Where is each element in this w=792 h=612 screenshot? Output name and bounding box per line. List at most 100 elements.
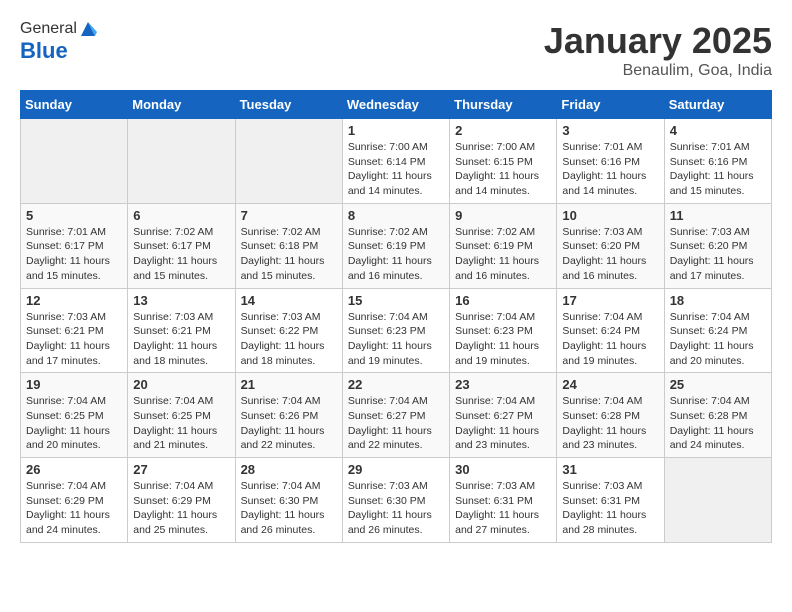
column-header-monday: Monday <box>128 91 235 119</box>
calendar-cell: 16 Sunrise: 7:04 AMSunset: 6:23 PMDayligh… <box>450 288 557 373</box>
column-header-tuesday: Tuesday <box>235 91 342 119</box>
day-info: Sunrise: 7:04 AMSunset: 6:24 PMDaylight:… <box>562 310 658 369</box>
day-info: Sunrise: 7:00 AMSunset: 6:15 PMDaylight:… <box>455 140 551 199</box>
day-number: 28 <box>241 462 337 477</box>
calendar-cell: 18 Sunrise: 7:04 AMSunset: 6:24 PMDayligh… <box>664 288 771 373</box>
calendar-cell: 28Sunrise: 7:04 AMSunset: 6:30 PMDayligh… <box>235 458 342 543</box>
calendar-cell: 8 Sunrise: 7:02 AMSunset: 6:19 PMDaylight… <box>342 203 449 288</box>
calendar-week-row: 1 Sunrise: 7:00 AMSunset: 6:14 PMDaylight… <box>21 119 772 204</box>
day-info: Sunrise: 7:04 AMSunset: 6:23 PMDaylight:… <box>455 310 551 369</box>
calendar-cell: 1 Sunrise: 7:00 AMSunset: 6:14 PMDaylight… <box>342 119 449 204</box>
calendar-cell <box>21 119 128 204</box>
calendar-cell <box>235 119 342 204</box>
calendar-cell: 17 Sunrise: 7:04 AMSunset: 6:24 PMDayligh… <box>557 288 664 373</box>
day-info: Sunrise: 7:03 AMSunset: 6:21 PMDaylight:… <box>26 310 122 369</box>
day-info: Sunrise: 7:04 AMSunset: 6:26 PMDaylight:… <box>241 394 337 453</box>
calendar-cell: 5 Sunrise: 7:01 AMSunset: 6:17 PMDaylight… <box>21 203 128 288</box>
calendar-cell: 26 Sunrise: 7:04 AMSunset: 6:29 PMDayligh… <box>21 458 128 543</box>
calendar-cell: 24 Sunrise: 7:04 AMSunset: 6:28 PMDayligh… <box>557 373 664 458</box>
day-info: Sunrise: 7:04 AMSunset: 6:25 PMDaylight:… <box>133 394 229 453</box>
calendar-cell: 6Sunrise: 7:02 AMSunset: 6:17 PMDaylight… <box>128 203 235 288</box>
calendar-cell <box>664 458 771 543</box>
calendar-table: SundayMondayTuesdayWednesdayThursdayFrid… <box>20 90 772 543</box>
day-info: Sunrise: 7:04 AMSunset: 6:24 PMDaylight:… <box>670 310 766 369</box>
calendar-cell: 3Sunrise: 7:01 AMSunset: 6:16 PMDaylight… <box>557 119 664 204</box>
calendar-week-row: 19Sunrise: 7:04 AMSunset: 6:25 PMDayligh… <box>21 373 772 458</box>
day-info: Sunrise: 7:00 AMSunset: 6:14 PMDaylight:… <box>348 140 444 199</box>
calendar-cell: 31Sunrise: 7:03 AMSunset: 6:31 PMDayligh… <box>557 458 664 543</box>
calendar-header-row: SundayMondayTuesdayWednesdayThursdayFrid… <box>21 91 772 119</box>
calendar-cell: 27 Sunrise: 7:04 AMSunset: 6:29 PMDayligh… <box>128 458 235 543</box>
day-number: 1 <box>348 123 444 138</box>
calendar-cell: 13Sunrise: 7:03 AMSunset: 6:21 PMDayligh… <box>128 288 235 373</box>
day-info: Sunrise: 7:04 AMSunset: 6:27 PMDaylight:… <box>348 394 444 453</box>
day-info: Sunrise: 7:03 AMSunset: 6:22 PMDaylight:… <box>241 310 337 369</box>
day-number: 24 <box>562 377 658 392</box>
day-number: 16 <box>455 293 551 308</box>
day-number: 23 <box>455 377 551 392</box>
day-info: Sunrise: 7:02 AMSunset: 6:17 PMDaylight:… <box>133 225 229 284</box>
day-info: Sunrise: 7:03 AMSunset: 6:31 PMDaylight:… <box>562 479 658 538</box>
calendar-cell: 23 Sunrise: 7:04 AMSunset: 6:27 PMDayligh… <box>450 373 557 458</box>
day-info: Sunrise: 7:02 AMSunset: 6:19 PMDaylight:… <box>455 225 551 284</box>
day-number: 10 <box>562 208 658 223</box>
day-number: 22 <box>348 377 444 392</box>
calendar-cell: 22 Sunrise: 7:04 AMSunset: 6:27 PMDayligh… <box>342 373 449 458</box>
day-info: Sunrise: 7:04 AMSunset: 6:23 PMDaylight:… <box>348 310 444 369</box>
logo-icon <box>79 20 97 38</box>
day-number: 17 <box>562 293 658 308</box>
day-info: Sunrise: 7:04 AMSunset: 6:28 PMDaylight:… <box>670 394 766 453</box>
day-number: 21 <box>241 377 337 392</box>
day-number: 5 <box>26 208 122 223</box>
day-number: 20 <box>133 377 229 392</box>
day-number: 30 <box>455 462 551 477</box>
calendar-week-row: 26 Sunrise: 7:04 AMSunset: 6:29 PMDayligh… <box>21 458 772 543</box>
day-info: Sunrise: 7:03 AMSunset: 6:31 PMDaylight:… <box>455 479 551 538</box>
day-number: 18 <box>670 293 766 308</box>
calendar-cell: 12 Sunrise: 7:03 AMSunset: 6:21 PMDayligh… <box>21 288 128 373</box>
day-number: 26 <box>26 462 122 477</box>
calendar-cell: 19Sunrise: 7:04 AMSunset: 6:25 PMDayligh… <box>21 373 128 458</box>
calendar-cell: 25Sunrise: 7:04 AMSunset: 6:28 PMDayligh… <box>664 373 771 458</box>
location-text: Benaulim, Goa, India <box>544 62 772 80</box>
day-info: Sunrise: 7:04 AMSunset: 6:28 PMDaylight:… <box>562 394 658 453</box>
day-number: 11 <box>670 208 766 223</box>
day-info: Sunrise: 7:03 AMSunset: 6:20 PMDaylight:… <box>562 225 658 284</box>
day-info: Sunrise: 7:04 AMSunset: 6:25 PMDaylight:… <box>26 394 122 453</box>
column-header-wednesday: Wednesday <box>342 91 449 119</box>
day-info: Sunrise: 7:04 AMSunset: 6:29 PMDaylight:… <box>26 479 122 538</box>
column-header-saturday: Saturday <box>664 91 771 119</box>
calendar-cell: 29Sunrise: 7:03 AMSunset: 6:30 PMDayligh… <box>342 458 449 543</box>
day-info: Sunrise: 7:02 AMSunset: 6:19 PMDaylight:… <box>348 225 444 284</box>
calendar-cell: 30 Sunrise: 7:03 AMSunset: 6:31 PMDayligh… <box>450 458 557 543</box>
day-number: 4 <box>670 123 766 138</box>
calendar-cell: 11Sunrise: 7:03 AMSunset: 6:20 PMDayligh… <box>664 203 771 288</box>
month-title: January 2025 <box>544 20 772 62</box>
calendar-cell: 4 Sunrise: 7:01 AMSunset: 6:16 PMDaylight… <box>664 119 771 204</box>
calendar-cell: 20 Sunrise: 7:04 AMSunset: 6:25 PMDayligh… <box>128 373 235 458</box>
calendar-cell: 2 Sunrise: 7:00 AMSunset: 6:15 PMDaylight… <box>450 119 557 204</box>
day-info: Sunrise: 7:01 AMSunset: 6:17 PMDaylight:… <box>26 225 122 284</box>
day-number: 14 <box>241 293 337 308</box>
day-number: 12 <box>26 293 122 308</box>
day-number: 15 <box>348 293 444 308</box>
calendar-week-row: 5 Sunrise: 7:01 AMSunset: 6:17 PMDaylight… <box>21 203 772 288</box>
logo: General Blue <box>20 20 97 64</box>
day-info: Sunrise: 7:04 AMSunset: 6:27 PMDaylight:… <box>455 394 551 453</box>
day-info: Sunrise: 7:04 AMSunset: 6:29 PMDaylight:… <box>133 479 229 538</box>
column-header-thursday: Thursday <box>450 91 557 119</box>
page-header: General Blue January 2025 Benaulim, Goa,… <box>20 20 772 80</box>
column-header-friday: Friday <box>557 91 664 119</box>
day-info: Sunrise: 7:01 AMSunset: 6:16 PMDaylight:… <box>670 140 766 199</box>
day-number: 27 <box>133 462 229 477</box>
day-number: 3 <box>562 123 658 138</box>
day-number: 29 <box>348 462 444 477</box>
title-block: January 2025 Benaulim, Goa, India <box>544 20 772 80</box>
calendar-cell: 9Sunrise: 7:02 AMSunset: 6:19 PMDaylight… <box>450 203 557 288</box>
day-info: Sunrise: 7:02 AMSunset: 6:18 PMDaylight:… <box>241 225 337 284</box>
day-number: 8 <box>348 208 444 223</box>
day-number: 7 <box>241 208 337 223</box>
calendar-cell: 7 Sunrise: 7:02 AMSunset: 6:18 PMDaylight… <box>235 203 342 288</box>
day-number: 2 <box>455 123 551 138</box>
calendar-cell: 14 Sunrise: 7:03 AMSunset: 6:22 PMDayligh… <box>235 288 342 373</box>
